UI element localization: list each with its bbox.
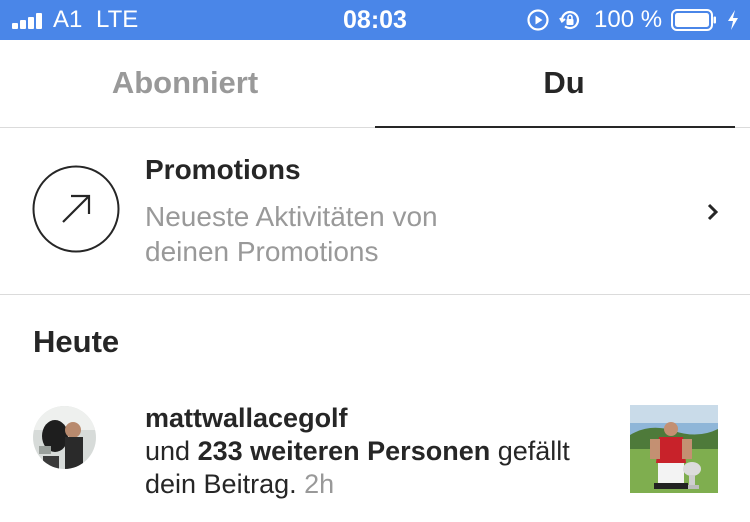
avatar[interactable] (33, 406, 96, 469)
activity-text-prefix: und (145, 436, 198, 466)
battery-percent: 100 % (594, 6, 663, 33)
activity-text-suffix: gefällt (490, 436, 570, 466)
section-title-today: Heute (33, 324, 120, 359)
activity-timestamp: 2h (304, 469, 335, 499)
play-circle-icon (527, 9, 549, 31)
activity-text: mattwallacegolf und 233 weiteren Persone… (145, 402, 615, 501)
activity-item[interactable]: mattwallacegolf und 233 weiteren Persone… (0, 396, 750, 506)
promotions-title: Promotions (145, 154, 301, 185)
activity-others-count[interactable]: 233 weiteren Personen (198, 436, 491, 466)
tab-selected-indicator (375, 126, 735, 128)
promotions-subtitle-line2: deinen Promotions (145, 236, 379, 267)
tab-you[interactable]: Du (384, 40, 744, 128)
promotions-subtitle-line1: Neueste Aktivitäten von (145, 201, 438, 232)
promotions-row[interactable]: Promotions Neueste Aktivitäten von deine… (0, 129, 750, 295)
promotions-subtitle: Neueste Aktivitäten von deinen Promotion… (145, 199, 565, 269)
post-thumbnail[interactable] (630, 405, 718, 493)
status-bar: A1 LTE 08:03 100 % (0, 0, 750, 40)
rotation-lock-icon (559, 11, 580, 30)
activity-text-end: dein Beitrag. (145, 469, 297, 499)
arrow-up-right-icon (32, 165, 120, 253)
activity-username[interactable]: mattwallacegolf (145, 403, 348, 433)
tab-following[interactable]: Abonniert (5, 40, 365, 128)
chevron-right-icon (707, 203, 719, 221)
charging-bolt-icon (728, 10, 738, 30)
activity-tabs: Abonniert Du (0, 40, 750, 128)
battery-icon (671, 9, 716, 31)
